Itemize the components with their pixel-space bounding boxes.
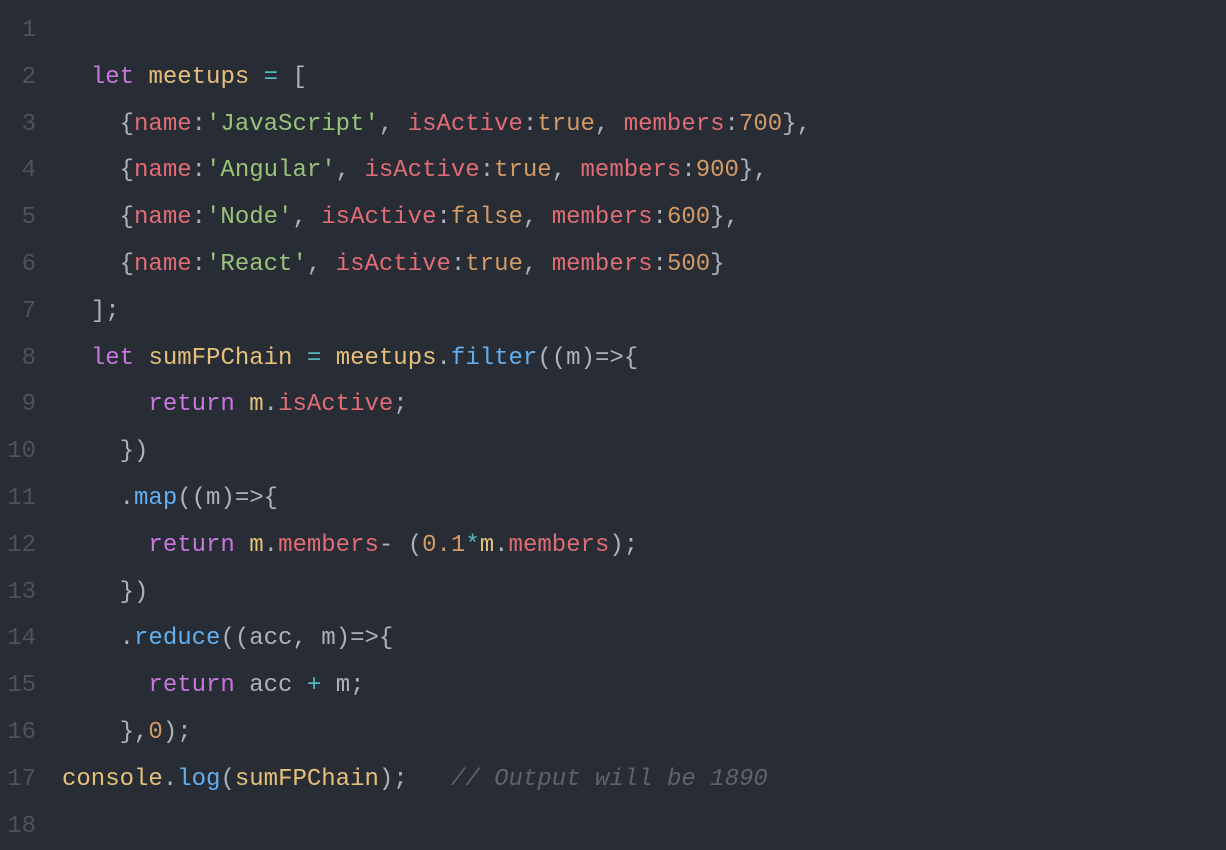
code-content: {name:'Angular', isActive:true, members:… xyxy=(62,148,768,195)
line-number: 11 xyxy=(0,476,62,523)
code-content: .map((m)=>{ xyxy=(62,476,278,523)
code-line[interactable]: 5 {name:'Node', isActive:false, members:… xyxy=(0,195,1226,242)
line-number: 14 xyxy=(0,616,62,663)
code-line[interactable]: 16 },0); xyxy=(0,710,1226,757)
code-line[interactable]: 1 xyxy=(0,8,1226,55)
line-number: 4 xyxy=(0,148,62,195)
line-number: 18 xyxy=(0,804,62,850)
code-content: {name:'JavaScript', isActive:true, membe… xyxy=(62,102,811,149)
code-content: console.log(sumFPChain); // Output will … xyxy=(62,757,768,804)
code-line[interactable]: 12 return m.members- (0.1*m.members); xyxy=(0,523,1226,570)
line-number: 1 xyxy=(0,8,62,55)
line-number: 9 xyxy=(0,382,62,429)
line-number: 7 xyxy=(0,289,62,336)
code-content: return m.isActive; xyxy=(62,382,408,429)
line-number: 8 xyxy=(0,336,62,383)
code-line[interactable]: 6 {name:'React', isActive:true, members:… xyxy=(0,242,1226,289)
code-content: {name:'React', isActive:true, members:50… xyxy=(62,242,725,289)
code-line[interactable]: 3 {name:'JavaScript', isActive:true, mem… xyxy=(0,102,1226,149)
code-content: let meetups = [ xyxy=(62,55,307,102)
code-line[interactable]: 14 .reduce((acc, m)=>{ xyxy=(0,616,1226,663)
code-line[interactable]: 4 {name:'Angular', isActive:true, member… xyxy=(0,148,1226,195)
code-line[interactable]: 10 }) xyxy=(0,429,1226,476)
code-line[interactable]: 7 ]; xyxy=(0,289,1226,336)
code-content: }) xyxy=(62,570,148,617)
line-number: 5 xyxy=(0,195,62,242)
line-number: 12 xyxy=(0,523,62,570)
code-line[interactable]: 17 console.log(sumFPChain); // Output wi… xyxy=(0,757,1226,804)
code-content: },0); xyxy=(62,710,192,757)
code-content: return m.members- (0.1*m.members); xyxy=(62,523,638,570)
line-number: 2 xyxy=(0,55,62,102)
code-editor[interactable]: 1 2 let meetups = [ 3 {name:'JavaScript'… xyxy=(0,8,1226,850)
code-line[interactable]: 2 let meetups = [ xyxy=(0,55,1226,102)
code-content: let sumFPChain = meetups.filter((m)=>{ xyxy=(62,336,638,383)
code-line[interactable]: 13 }) xyxy=(0,570,1226,617)
code-content: .reduce((acc, m)=>{ xyxy=(62,616,393,663)
code-line[interactable]: 11 .map((m)=>{ xyxy=(0,476,1226,523)
code-line[interactable]: 18 xyxy=(0,804,1226,850)
line-number: 16 xyxy=(0,710,62,757)
code-line[interactable]: 9 return m.isActive; xyxy=(0,382,1226,429)
line-number: 3 xyxy=(0,102,62,149)
code-content: }) xyxy=(62,429,148,476)
code-content: return acc + m; xyxy=(62,663,365,710)
code-content: ]; xyxy=(62,289,120,336)
code-content: {name:'Node', isActive:false, members:60… xyxy=(62,195,739,242)
code-line[interactable]: 8 let sumFPChain = meetups.filter((m)=>{ xyxy=(0,336,1226,383)
line-number: 15 xyxy=(0,663,62,710)
code-line[interactable]: 15 return acc + m; xyxy=(0,663,1226,710)
line-number: 6 xyxy=(0,242,62,289)
line-number: 13 xyxy=(0,570,62,617)
line-number: 17 xyxy=(0,757,62,804)
line-number: 10 xyxy=(0,429,62,476)
